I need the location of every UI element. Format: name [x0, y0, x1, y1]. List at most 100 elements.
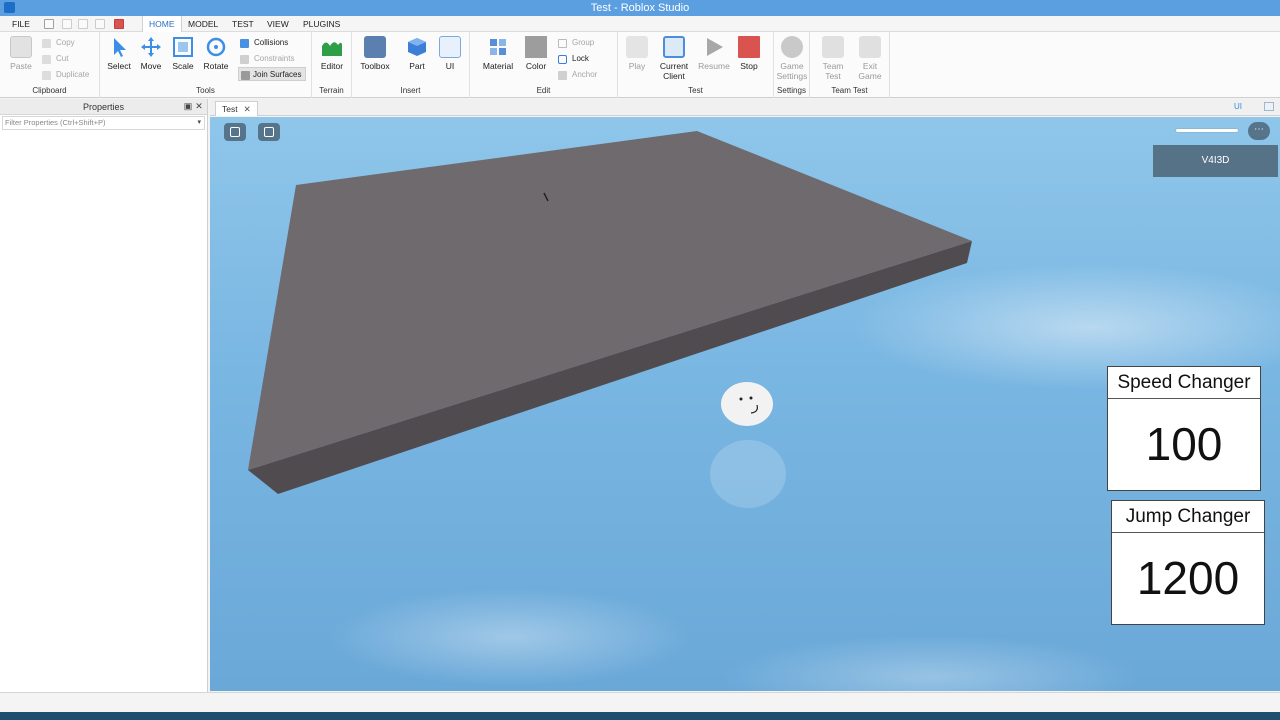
cut-button[interactable]: Cut: [42, 52, 68, 66]
character-head: [721, 382, 773, 426]
ribbon: Paste Copy Cut Duplicate Clipboard Selec…: [0, 32, 1280, 98]
terrain-group: Editor Terrain: [312, 32, 352, 98]
play-button[interactable]: Play: [620, 36, 654, 80]
paste-button[interactable]: Paste: [4, 36, 38, 80]
constraints-toggle[interactable]: Constraints: [240, 52, 294, 66]
anchor-icon: [558, 71, 567, 80]
stop-button[interactable]: Stop: [732, 36, 766, 80]
chevron-down-icon[interactable]: ▾: [197, 117, 201, 129]
file-menu[interactable]: FILE: [6, 16, 36, 32]
edit-label: Edit: [536, 86, 551, 95]
play-quick-icon[interactable]: [95, 19, 105, 29]
collisions-icon: [240, 39, 249, 48]
roblox-menu-button[interactable]: [224, 123, 246, 141]
clipboard-label: Clipboard: [32, 86, 67, 95]
tools-group: Select Move Scale Rotate Collisions Cons…: [100, 32, 312, 98]
terrain-editor-button[interactable]: Editor: [315, 36, 349, 80]
rotate-button[interactable]: Rotate: [199, 36, 233, 80]
material-button[interactable]: Material: [481, 36, 515, 80]
document-tab[interactable]: Test ✕: [215, 101, 258, 116]
game-viewport[interactable]: ⋯ V4I3D Speed Changer 100 Jump Changer 1…: [210, 117, 1280, 691]
roblox-logo-icon: [230, 127, 240, 137]
join-surfaces-toggle[interactable]: Join Surfaces: [238, 67, 307, 81]
jump-changer-panel: Jump Changer 1200: [1111, 500, 1265, 625]
tab-home[interactable]: HOME: [142, 16, 182, 33]
close-tab-icon[interactable]: ✕: [244, 104, 251, 114]
ui-frame-icon: [439, 36, 461, 58]
resume-button[interactable]: Resume: [697, 36, 731, 80]
terrain-icon: [321, 36, 343, 58]
game-settings-button[interactable]: Game Settings: [775, 36, 809, 81]
tab-view[interactable]: VIEW: [261, 16, 295, 32]
redo-icon[interactable]: [78, 19, 88, 29]
team-test-icon: [822, 36, 844, 58]
terrain-label: Terrain: [319, 86, 344, 95]
select-button[interactable]: Select: [102, 36, 136, 80]
maximize-icon[interactable]: [1264, 102, 1274, 111]
new-file-icon[interactable]: [44, 19, 54, 29]
lock-icon: [558, 55, 567, 64]
baseplate: [248, 131, 972, 470]
move-button[interactable]: Move: [134, 36, 168, 80]
test-group: Play Current Client Resume Stop Test: [618, 32, 774, 98]
speed-value-input[interactable]: 100: [1108, 399, 1260, 489]
tab-plugins[interactable]: PLUGINS: [297, 16, 346, 32]
paste-icon: [10, 36, 32, 58]
toolbox-button[interactable]: Toolbox: [358, 36, 392, 80]
part-button[interactable]: Part: [400, 36, 434, 80]
roblox-studio-icon: [4, 2, 15, 13]
undo-icon[interactable]: [62, 19, 72, 29]
properties-panel: Properties ▣ ✕ Filter Properties (Ctrl+S…: [0, 99, 208, 692]
test-label: Test: [688, 86, 703, 95]
insert-group: Toolbox Part UI Insert: [352, 32, 470, 98]
title-bar: Test - Roblox Studio: [0, 0, 1280, 16]
group-button[interactable]: Group: [558, 36, 594, 50]
filter-properties-input[interactable]: Filter Properties (Ctrl+Shift+P) ▾: [2, 116, 205, 130]
undock-icon[interactable]: ▣: [183, 101, 193, 111]
team-test-label: Team Test: [831, 86, 868, 95]
group-icon: [558, 39, 567, 48]
collisions-toggle[interactable]: Collisions: [240, 36, 288, 50]
zoom-bar: [1176, 129, 1238, 132]
lock-button[interactable]: Lock: [558, 52, 589, 66]
team-test-button[interactable]: Team Test: [816, 36, 850, 81]
tab-model[interactable]: MODEL: [182, 16, 224, 32]
properties-title: Properties: [82, 102, 125, 112]
anchor-button[interactable]: Anchor: [558, 68, 597, 82]
copy-button[interactable]: Copy: [42, 36, 75, 50]
window-title: Test - Roblox Studio: [590, 2, 690, 14]
duplicate-button[interactable]: Duplicate: [42, 68, 89, 82]
scale-button[interactable]: Scale: [166, 36, 200, 80]
speed-changer-panel: Speed Changer 100: [1107, 366, 1261, 491]
settings-group: Game Settings Settings: [774, 32, 810, 98]
edit-group: Material Color Group Lock Anchor Edit: [470, 32, 618, 98]
stop-quick-icon[interactable]: [114, 19, 124, 29]
select-cursor-icon: [108, 36, 130, 58]
chat-button[interactable]: [258, 123, 280, 141]
play-icon: [626, 36, 648, 58]
settings-label: Settings: [777, 86, 806, 95]
exit-game-button[interactable]: Exit Game: [853, 36, 887, 81]
document-tab-strip: Test ✕ UI: [210, 99, 1280, 116]
ribbon-tab-bar: FILE HOME MODEL TEST VIEW PLUGINS: [0, 16, 1280, 33]
jump-value-input[interactable]: 1200: [1112, 533, 1264, 623]
more-options-button[interactable]: ⋯: [1248, 122, 1270, 140]
head-shadow: [710, 440, 786, 508]
clipboard-group: Paste Copy Cut Duplicate Clipboard: [0, 32, 100, 98]
move-arrows-icon: [140, 36, 162, 58]
current-client-button[interactable]: Current Client: [657, 36, 691, 81]
ui-button[interactable]: UI: [433, 36, 467, 80]
toolbox-icon: [364, 36, 386, 58]
ui-visibility-toggle[interactable]: UI: [1234, 102, 1242, 111]
jump-changer-title: Jump Changer: [1112, 501, 1264, 533]
exit-game-icon: [859, 36, 881, 58]
copy-icon: [42, 39, 51, 48]
insert-label: Insert: [400, 86, 421, 95]
monitor-icon: [663, 36, 685, 58]
resume-play-icon: [703, 36, 725, 58]
duplicate-icon: [42, 71, 51, 80]
close-icon[interactable]: ✕: [194, 101, 204, 111]
tab-test[interactable]: TEST: [226, 16, 260, 32]
color-button[interactable]: Color: [519, 36, 553, 80]
scale-icon: [172, 36, 194, 58]
